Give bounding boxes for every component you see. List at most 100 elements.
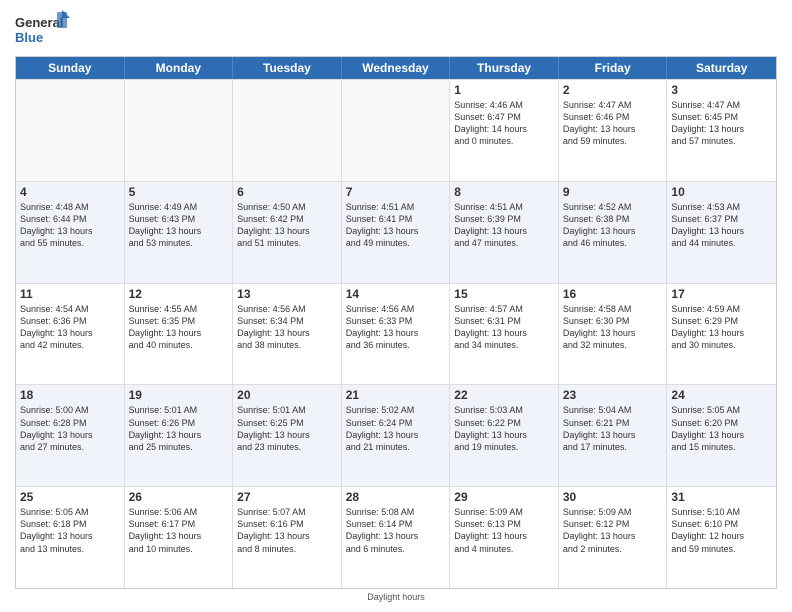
day-cell-12: 12 Sunrise: 4:55 AM Sunset: 6:35 PM Dayli… xyxy=(125,284,234,385)
day-of-week-saturday: Saturday xyxy=(667,57,776,79)
empty-cell xyxy=(125,80,234,181)
day-info: Sunrise: 4:48 AM Sunset: 6:44 PM Dayligh… xyxy=(20,201,120,250)
day-number: 4 xyxy=(20,185,120,199)
empty-cell xyxy=(233,80,342,181)
calendar-week-5: 25 Sunrise: 5:05 AM Sunset: 6:18 PM Dayli… xyxy=(16,486,776,588)
day-info: Sunrise: 4:53 AM Sunset: 6:37 PM Dayligh… xyxy=(671,201,772,250)
svg-text:General: General xyxy=(15,15,63,30)
day-number: 6 xyxy=(237,185,337,199)
day-info: Sunrise: 4:52 AM Sunset: 6:38 PM Dayligh… xyxy=(563,201,663,250)
day-info: Sunrise: 4:55 AM Sunset: 6:35 PM Dayligh… xyxy=(129,303,229,352)
day-cell-15: 15Sunrise: 4:57 AM Sunset: 6:31 PM Dayli… xyxy=(450,284,559,385)
page-header: General Blue xyxy=(15,10,777,50)
day-cell-13: 13 Sunrise: 4:56 AM Sunset: 6:34 PM Dayli… xyxy=(233,284,342,385)
day-of-week-wednesday: Wednesday xyxy=(342,57,451,79)
day-number: 19 xyxy=(129,388,229,402)
day-cell-24: 24 Sunrise: 5:05 AM Sunset: 6:20 PM Dayli… xyxy=(667,385,776,486)
day-info: Sunrise: 5:08 AM Sunset: 6:14 PM Dayligh… xyxy=(346,506,446,555)
day-cell-31: 31 Sunrise: 5:10 AM Sunset: 6:10 PM Dayli… xyxy=(667,487,776,588)
svg-text:Blue: Blue xyxy=(15,30,43,45)
day-number: 27 xyxy=(237,490,337,504)
day-number: 26 xyxy=(129,490,229,504)
day-cell-3: 3Sunrise: 4:47 AM Sunset: 6:45 PM Daylig… xyxy=(667,80,776,181)
day-info: Sunrise: 5:09 AM Sunset: 6:13 PM Dayligh… xyxy=(454,506,554,555)
day-number: 31 xyxy=(671,490,772,504)
day-info: Sunrise: 4:47 AM Sunset: 6:45 PM Dayligh… xyxy=(671,99,772,148)
day-cell-7: 7 Sunrise: 4:51 AM Sunset: 6:41 PM Daylig… xyxy=(342,182,451,283)
calendar-header-row: SundayMondayTuesdayWednesdayThursdayFrid… xyxy=(16,57,776,79)
day-number: 14 xyxy=(346,287,446,301)
day-cell-16: 16 Sunrise: 4:58 AM Sunset: 6:30 PM Dayli… xyxy=(559,284,668,385)
day-cell-9: 9 Sunrise: 4:52 AM Sunset: 6:38 PM Daylig… xyxy=(559,182,668,283)
day-cell-18: 18 Sunrise: 5:00 AM Sunset: 6:28 PM Dayli… xyxy=(16,385,125,486)
day-number: 16 xyxy=(563,287,663,301)
day-number: 9 xyxy=(563,185,663,199)
calendar: SundayMondayTuesdayWednesdayThursdayFrid… xyxy=(15,56,777,589)
empty-cell xyxy=(16,80,125,181)
day-info: Sunrise: 5:02 AM Sunset: 6:24 PM Dayligh… xyxy=(346,404,446,453)
day-number: 20 xyxy=(237,388,337,402)
day-cell-6: 6 Sunrise: 4:50 AM Sunset: 6:42 PM Daylig… xyxy=(233,182,342,283)
day-number: 5 xyxy=(129,185,229,199)
day-info: Sunrise: 5:00 AM Sunset: 6:28 PM Dayligh… xyxy=(20,404,120,453)
day-info: Sunrise: 4:58 AM Sunset: 6:30 PM Dayligh… xyxy=(563,303,663,352)
day-number: 30 xyxy=(563,490,663,504)
day-number: 8 xyxy=(454,185,554,199)
day-number: 25 xyxy=(20,490,120,504)
day-info: Sunrise: 4:54 AM Sunset: 6:36 PM Dayligh… xyxy=(20,303,120,352)
day-number: 13 xyxy=(237,287,337,301)
calendar-week-2: 4 Sunrise: 4:48 AM Sunset: 6:44 PM Daylig… xyxy=(16,181,776,283)
day-info: Sunrise: 4:59 AM Sunset: 6:29 PM Dayligh… xyxy=(671,303,772,352)
day-of-week-monday: Monday xyxy=(125,57,234,79)
day-cell-30: 30 Sunrise: 5:09 AM Sunset: 6:12 PM Dayli… xyxy=(559,487,668,588)
day-cell-8: 8 Sunrise: 4:51 AM Sunset: 6:39 PM Daylig… xyxy=(450,182,559,283)
day-info: Sunrise: 4:46 AM Sunset: 6:47 PM Dayligh… xyxy=(454,99,554,148)
day-number: 1 xyxy=(454,83,554,97)
day-info: Sunrise: 4:51 AM Sunset: 6:39 PM Dayligh… xyxy=(454,201,554,250)
day-info: Sunrise: 5:10 AM Sunset: 6:10 PM Dayligh… xyxy=(671,506,772,555)
day-number: 21 xyxy=(346,388,446,402)
day-cell-1: 1 Sunrise: 4:46 AM Sunset: 6:47 PM Daylig… xyxy=(450,80,559,181)
day-of-week-tuesday: Tuesday xyxy=(233,57,342,79)
day-number: 18 xyxy=(20,388,120,402)
day-cell-14: 14 Sunrise: 4:56 AM Sunset: 6:33 PM Dayli… xyxy=(342,284,451,385)
day-info: Sunrise: 4:56 AM Sunset: 6:34 PM Dayligh… xyxy=(237,303,337,352)
day-cell-10: 10Sunrise: 4:53 AM Sunset: 6:37 PM Dayli… xyxy=(667,182,776,283)
day-info: Sunrise: 4:51 AM Sunset: 6:41 PM Dayligh… xyxy=(346,201,446,250)
day-number: 22 xyxy=(454,388,554,402)
day-info: Sunrise: 5:09 AM Sunset: 6:12 PM Dayligh… xyxy=(563,506,663,555)
day-cell-29: 29Sunrise: 5:09 AM Sunset: 6:13 PM Dayli… xyxy=(450,487,559,588)
day-number: 17 xyxy=(671,287,772,301)
day-info: Sunrise: 5:01 AM Sunset: 6:26 PM Dayligh… xyxy=(129,404,229,453)
empty-cell xyxy=(342,80,451,181)
day-number: 12 xyxy=(129,287,229,301)
day-info: Sunrise: 4:47 AM Sunset: 6:46 PM Dayligh… xyxy=(563,99,663,148)
day-cell-4: 4 Sunrise: 4:48 AM Sunset: 6:44 PM Daylig… xyxy=(16,182,125,283)
day-cell-25: 25 Sunrise: 5:05 AM Sunset: 6:18 PM Dayli… xyxy=(16,487,125,588)
calendar-week-4: 18 Sunrise: 5:00 AM Sunset: 6:28 PM Dayli… xyxy=(16,384,776,486)
calendar-week-3: 11Sunrise: 4:54 AM Sunset: 6:36 PM Dayli… xyxy=(16,283,776,385)
day-info: Sunrise: 5:04 AM Sunset: 6:21 PM Dayligh… xyxy=(563,404,663,453)
day-info: Sunrise: 4:56 AM Sunset: 6:33 PM Dayligh… xyxy=(346,303,446,352)
day-number: 24 xyxy=(671,388,772,402)
day-number: 28 xyxy=(346,490,446,504)
day-cell-20: 20Sunrise: 5:01 AM Sunset: 6:25 PM Dayli… xyxy=(233,385,342,486)
day-info: Sunrise: 5:06 AM Sunset: 6:17 PM Dayligh… xyxy=(129,506,229,555)
day-cell-2: 2 Sunrise: 4:47 AM Sunset: 6:46 PM Daylig… xyxy=(559,80,668,181)
day-number: 2 xyxy=(563,83,663,97)
day-number: 7 xyxy=(346,185,446,199)
day-info: Sunrise: 5:03 AM Sunset: 6:22 PM Dayligh… xyxy=(454,404,554,453)
day-info: Sunrise: 4:50 AM Sunset: 6:42 PM Dayligh… xyxy=(237,201,337,250)
day-info: Sunrise: 4:49 AM Sunset: 6:43 PM Dayligh… xyxy=(129,201,229,250)
day-cell-17: 17 Sunrise: 4:59 AM Sunset: 6:29 PM Dayli… xyxy=(667,284,776,385)
calendar-week-1: 1 Sunrise: 4:46 AM Sunset: 6:47 PM Daylig… xyxy=(16,79,776,181)
logo-svg: General Blue xyxy=(15,10,70,50)
logo: General Blue xyxy=(15,10,70,50)
day-info: Sunrise: 4:57 AM Sunset: 6:31 PM Dayligh… xyxy=(454,303,554,352)
day-cell-19: 19 Sunrise: 5:01 AM Sunset: 6:26 PM Dayli… xyxy=(125,385,234,486)
footer-note: Daylight hours xyxy=(15,592,777,602)
day-cell-28: 28 Sunrise: 5:08 AM Sunset: 6:14 PM Dayli… xyxy=(342,487,451,588)
day-info: Sunrise: 5:05 AM Sunset: 6:18 PM Dayligh… xyxy=(20,506,120,555)
day-info: Sunrise: 5:05 AM Sunset: 6:20 PM Dayligh… xyxy=(671,404,772,453)
calendar-body: 1 Sunrise: 4:46 AM Sunset: 6:47 PM Daylig… xyxy=(16,79,776,588)
